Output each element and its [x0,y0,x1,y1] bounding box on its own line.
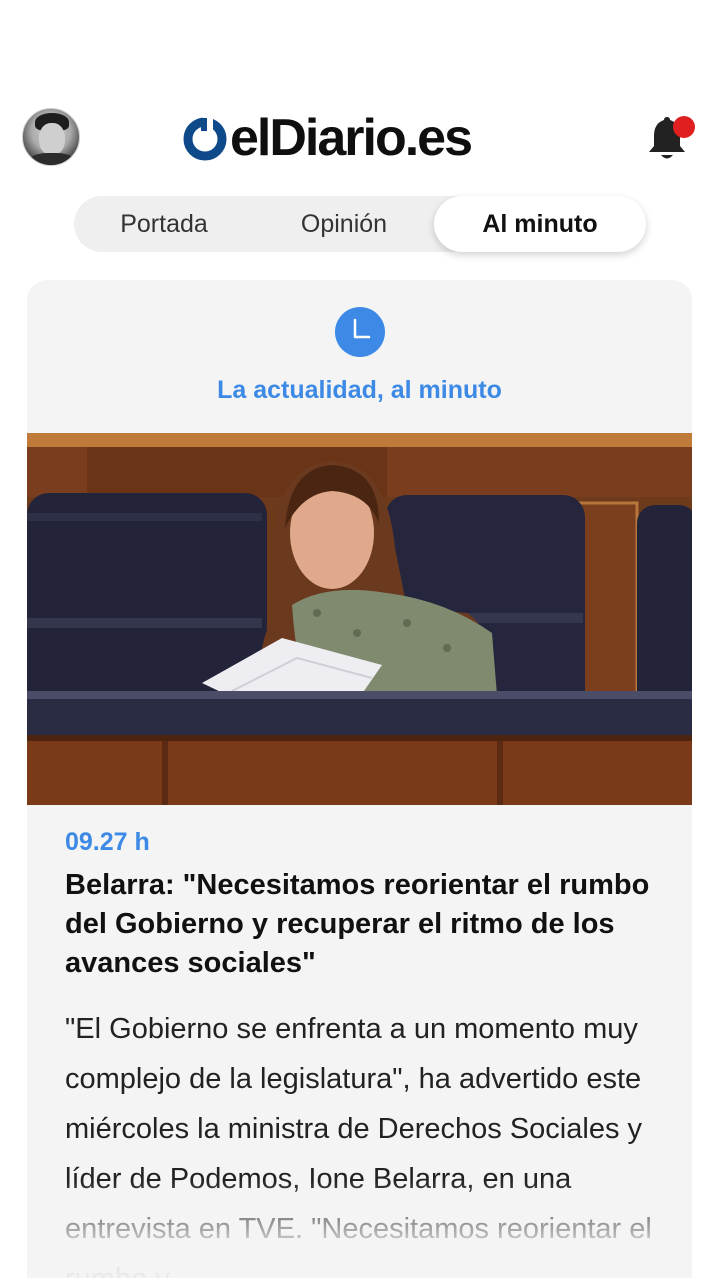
news-photo[interactable] [27,433,692,805]
user-avatar[interactable] [22,108,80,166]
avatar-shirt [29,153,75,165]
news-time: 09.27 h [65,828,150,856]
notification-dot [673,116,695,138]
section-tabs: Portada Opinión Al minuto [74,196,646,252]
avatar-face [39,123,65,155]
logo-circle-icon [183,117,227,161]
tab-opinion[interactable]: Opinión [254,196,434,252]
clock-icon [335,307,385,357]
eldiario-logo[interactable]: elDiario.es [182,109,473,167]
text-fade-overlay [27,1180,692,1278]
tab-portada[interactable]: Portada [74,196,254,252]
notification-bell-icon[interactable] [642,112,698,168]
live-news-card[interactable]: La actualidad, al minuto 09.27 h Belarra… [27,280,692,1278]
app-header: elDiario.es [0,100,720,180]
tab-al-minuto[interactable]: Al minuto [434,196,646,252]
news-headline[interactable]: Belarra: "Necesitamos reorientar el rumb… [65,866,665,983]
logo-text: elDiario.es [230,109,473,167]
card-tagline: La actualidad, al minuto [217,376,502,404]
